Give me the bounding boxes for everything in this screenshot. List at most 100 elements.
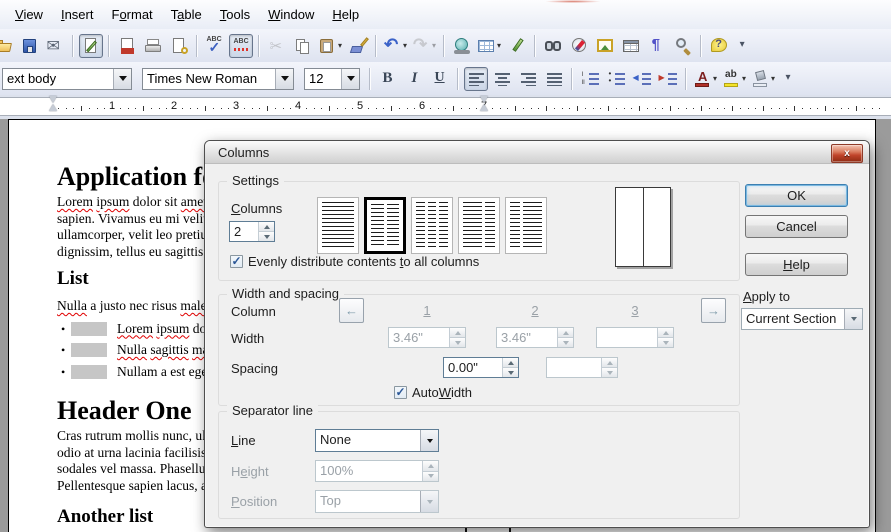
- paragraph-style-value[interactable]: ext body: [3, 69, 113, 89]
- dropdown-caret-icon[interactable]: ▾: [742, 74, 746, 83]
- close-icon[interactable]: x: [831, 144, 863, 163]
- justify-button[interactable]: [542, 67, 566, 91]
- font-name-combo[interactable]: Times New Roman: [142, 68, 294, 90]
- help-icon: [710, 37, 729, 55]
- menu-format[interactable]: Format: [102, 4, 161, 25]
- chevron-down-icon[interactable]: [113, 69, 131, 89]
- font-size-value[interactable]: 12: [305, 69, 341, 89]
- spacing-label: Spacing: [231, 361, 278, 376]
- column-scroll-left-button[interactable]: ←: [339, 298, 364, 323]
- font-name-value[interactable]: Times New Roman: [143, 69, 275, 89]
- export-pdf-button[interactable]: [115, 34, 139, 58]
- menu-window[interactable]: Window: [259, 4, 323, 25]
- menu-insert[interactable]: Insert: [52, 4, 103, 25]
- align-right-button[interactable]: [516, 67, 540, 91]
- ruler-number: 5: [357, 100, 363, 112]
- ok-button[interactable]: OK: [745, 184, 848, 207]
- toolbar-overflow-button[interactable]: [779, 67, 803, 91]
- ruler[interactable]: 1234567: [0, 97, 891, 116]
- font-size-combo[interactable]: 12: [304, 68, 360, 90]
- preset-two-columns[interactable]: [364, 197, 406, 254]
- indent-marker-right[interactable]: [480, 95, 489, 112]
- paragraph-style-combo[interactable]: ext body: [2, 68, 132, 90]
- cancel-button[interactable]: Cancel: [745, 215, 848, 238]
- preset-two-columns-wide-left[interactable]: [458, 197, 500, 254]
- ruler-tick: [205, 106, 206, 111]
- menu-help[interactable]: Help: [323, 4, 368, 25]
- indent-marker-left[interactable]: [49, 95, 58, 112]
- underline-button[interactable]: [428, 67, 452, 91]
- column-scroll-right-button[interactable]: →: [701, 298, 726, 323]
- spin-up-icon[interactable]: [259, 222, 274, 231]
- columns-count-value[interactable]: 2: [230, 222, 258, 241]
- spacing-1-spinner[interactable]: 0.00": [443, 357, 519, 378]
- chevron-down-icon[interactable]: [275, 69, 293, 89]
- copy-button[interactable]: [291, 34, 315, 58]
- chevron-down-icon[interactable]: [420, 430, 438, 451]
- menu-view[interactable]: View: [6, 4, 52, 25]
- find-replace-button[interactable]: [541, 34, 565, 58]
- draw-functions-button[interactable]: [505, 34, 529, 58]
- zoom-button[interactable]: [671, 34, 695, 58]
- print-button[interactable]: [141, 34, 165, 58]
- page-preview-button[interactable]: [167, 34, 191, 58]
- dialog-titlebar[interactable]: Columns: [205, 141, 869, 164]
- menu-tools[interactable]: Tools: [211, 4, 259, 25]
- email-button[interactable]: [43, 34, 67, 58]
- spin-down-icon[interactable]: [259, 231, 274, 241]
- help-button[interactable]: [707, 34, 731, 58]
- evenly-distribute-checkbox[interactable]: [230, 255, 243, 268]
- apply-to-dropdown[interactable]: Current Section: [741, 308, 863, 330]
- spin-down-icon[interactable]: [503, 367, 518, 377]
- italic-button[interactable]: [402, 67, 426, 91]
- preset-one-column[interactable]: [317, 197, 359, 254]
- spelling-button[interactable]: [203, 34, 227, 58]
- numbered-list-button[interactable]: [578, 67, 602, 91]
- chevron-down-icon[interactable]: [341, 69, 359, 89]
- save-button[interactable]: [17, 34, 41, 58]
- apply-to-value[interactable]: Current Section: [742, 309, 844, 329]
- columns-count-spinner[interactable]: 2: [229, 221, 275, 242]
- gallery-button[interactable]: [593, 34, 617, 58]
- dropdown-caret-icon[interactable]: ▾: [497, 41, 501, 50]
- application-window: ViewInsertFormatTableToolsWindowHelp ▾▾▾…: [0, 0, 891, 532]
- hyperlink-button[interactable]: [450, 34, 474, 58]
- autowidth-checkbox[interactable]: [394, 386, 407, 399]
- table-button[interactable]: ▾: [476, 34, 503, 58]
- auto-spellcheck-button[interactable]: [229, 34, 253, 58]
- undo-button[interactable]: ▾: [382, 34, 409, 58]
- formatting-marks-button[interactable]: [645, 34, 669, 58]
- open-button[interactable]: [0, 34, 15, 58]
- background-color-button[interactable]: ▾: [750, 67, 777, 91]
- spin-up-icon[interactable]: [503, 358, 518, 367]
- menu-table[interactable]: Table: [162, 4, 211, 25]
- line-style-value[interactable]: None: [316, 430, 420, 451]
- dropdown-caret-icon[interactable]: ▾: [338, 41, 342, 50]
- paste-button[interactable]: ▾: [317, 34, 344, 58]
- navigator-button[interactable]: [567, 34, 591, 58]
- increase-indent-button[interactable]: [656, 67, 680, 91]
- dropdown-caret-icon[interactable]: ▾: [713, 74, 717, 83]
- dropdown-caret-icon[interactable]: ▾: [771, 74, 775, 83]
- bold-button[interactable]: [376, 67, 400, 91]
- format-paintbrush-button[interactable]: [346, 34, 370, 58]
- dropdown-caret-icon[interactable]: ▾: [432, 41, 436, 50]
- toolbar-overflow-button[interactable]: [733, 34, 757, 58]
- align-left-button[interactable]: [464, 67, 488, 91]
- data-sources-button[interactable]: [619, 34, 643, 58]
- help-button[interactable]: Help: [745, 253, 848, 276]
- decrease-indent-button[interactable]: [630, 67, 654, 91]
- align-center-button[interactable]: [490, 67, 514, 91]
- document-paragraph: Pellentesque sapien lacus, aliq: [57, 478, 221, 495]
- apply-to-label: Apply to: [743, 289, 790, 304]
- preset-two-columns-wide-right[interactable]: [505, 197, 547, 254]
- line-style-dropdown[interactable]: None: [315, 429, 439, 452]
- bullet-list-button[interactable]: [604, 67, 628, 91]
- preset-three-columns[interactable]: [411, 197, 453, 254]
- edit-file-button[interactable]: [79, 34, 103, 58]
- font-color-button[interactable]: ▾: [692, 67, 719, 91]
- highlighting-button[interactable]: ▾: [721, 67, 748, 91]
- chevron-down-icon[interactable]: [844, 309, 862, 329]
- spacing-1-value[interactable]: 0.00": [444, 358, 502, 377]
- dropdown-caret-icon[interactable]: ▾: [403, 41, 407, 50]
